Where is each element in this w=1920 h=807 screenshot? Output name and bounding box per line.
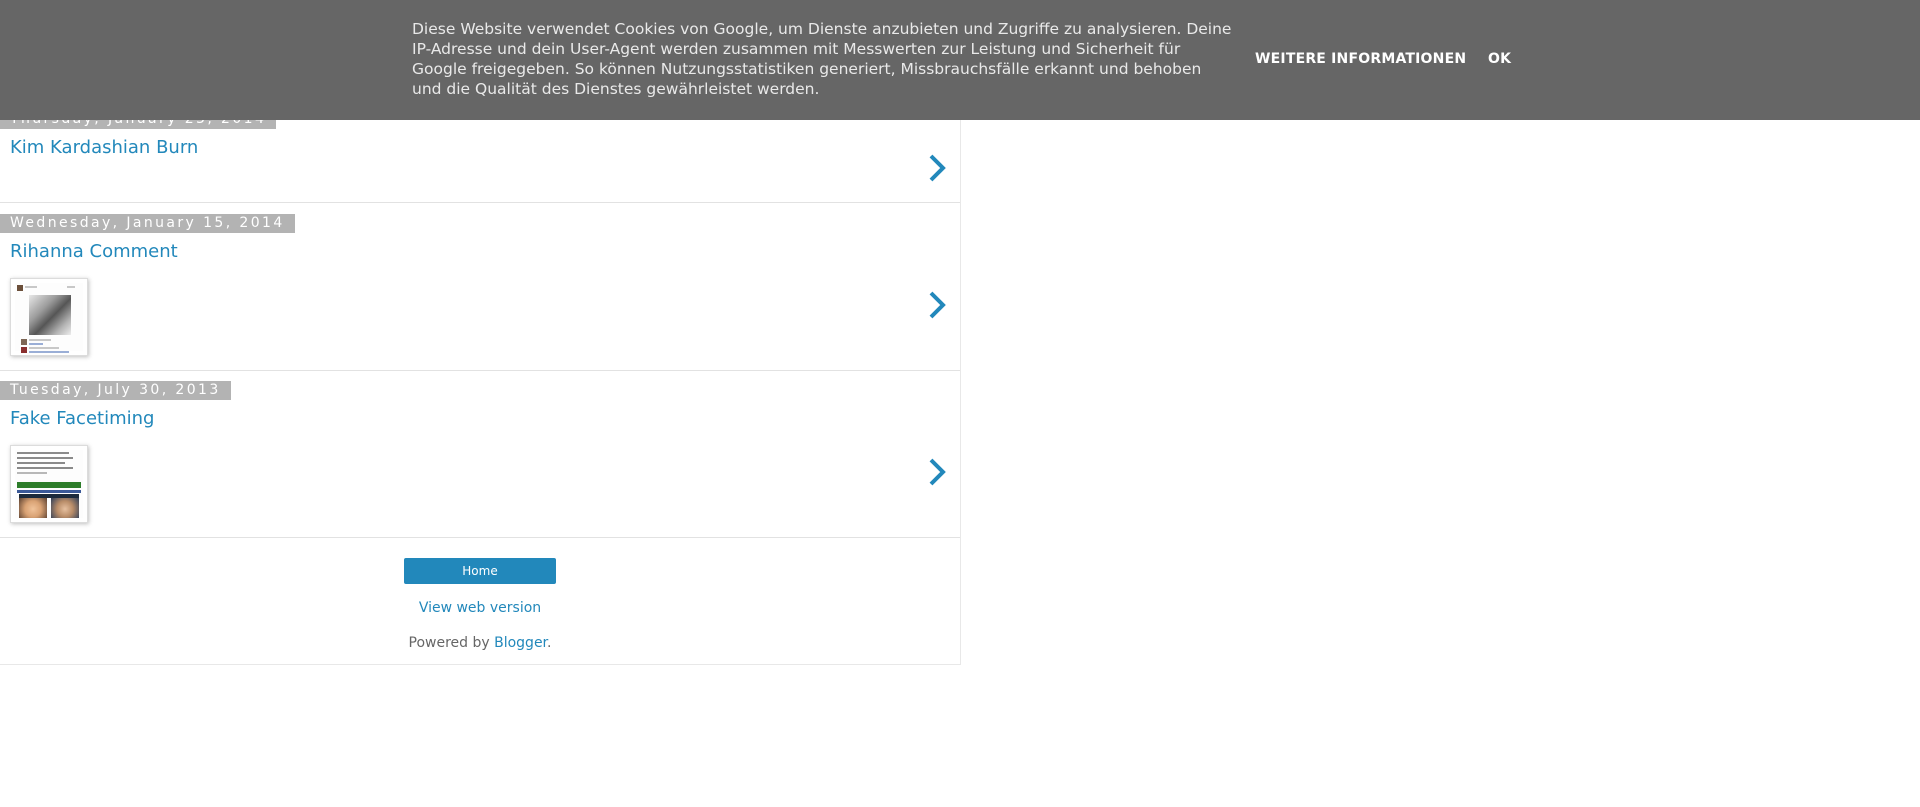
post-thumbnail[interactable] <box>10 445 88 523</box>
cookie-banner: Diese Website verwendet Cookies von Goog… <box>0 0 1920 120</box>
date-header: Wednesday, January 15, 2014 <box>0 214 295 233</box>
more-info-button[interactable]: WEITERE INFORMATIONEN <box>1255 51 1466 67</box>
post-title-link[interactable]: Kim Kardashian Burn <box>10 137 198 158</box>
post-title-link[interactable]: Rihanna Comment <box>10 241 178 262</box>
cookie-notice-text: Diese Website verwendet Cookies von Goog… <box>412 20 1232 98</box>
post-item: Tuesday, July 30, 2013 Fake Facetiming <box>0 371 960 538</box>
post-item: Wednesday, January 15, 2014 Rihanna Comm… <box>0 203 960 371</box>
chevron-right-icon[interactable] <box>926 457 948 487</box>
powered-by-suffix: . <box>547 635 552 651</box>
ok-button[interactable]: OK <box>1488 51 1511 67</box>
home-button[interactable]: Home <box>404 558 556 584</box>
chevron-right-icon[interactable] <box>926 290 948 320</box>
powered-by-text: Powered by Blogger. <box>0 635 960 651</box>
post-title-link[interactable]: Fake Facetiming <box>10 408 154 429</box>
chevron-right-icon[interactable] <box>926 153 948 183</box>
powered-by-prefix: Powered by <box>408 635 495 651</box>
date-header: Tuesday, July 30, 2013 <box>0 381 231 400</box>
view-web-version-link[interactable]: View web version <box>0 600 960 616</box>
blogger-link[interactable]: Blogger <box>494 635 547 651</box>
post-thumbnail[interactable] <box>10 278 88 356</box>
